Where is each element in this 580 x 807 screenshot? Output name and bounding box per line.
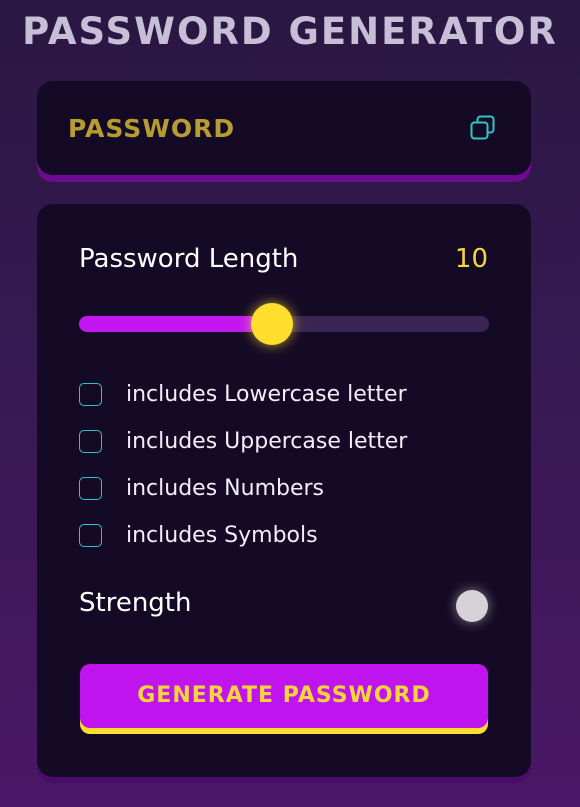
password-display: PASSWORD xyxy=(37,81,531,175)
length-slider[interactable] xyxy=(79,303,489,345)
generate-button-label: GENERATE PASSWORD xyxy=(137,683,431,708)
symbols-label: includes Symbols xyxy=(126,523,318,548)
lowercase-checkbox[interactable] xyxy=(79,383,102,406)
uppercase-checkbox[interactable] xyxy=(79,430,102,453)
uppercase-label: includes Uppercase letter xyxy=(126,429,408,454)
length-slider-fill xyxy=(79,316,272,332)
lowercase-label: includes Lowercase letter xyxy=(126,382,407,407)
options-list: includes Lowercase letter includes Upper… xyxy=(79,381,499,569)
numbers-checkbox[interactable] xyxy=(79,477,102,500)
option-uppercase[interactable]: includes Uppercase letter xyxy=(79,428,499,475)
settings-panel: Password Length 10 includes Lowercase le… xyxy=(37,204,531,777)
password-generator-app: PASSWORD GENERATOR PASSWORD Password Len… xyxy=(0,0,580,807)
copy-button[interactable] xyxy=(469,114,497,142)
option-symbols[interactable]: includes Symbols xyxy=(79,522,499,569)
app-title: PASSWORD GENERATOR xyxy=(22,10,558,53)
password-output: PASSWORD xyxy=(68,114,236,143)
length-value: 10 xyxy=(454,244,488,274)
strength-indicator xyxy=(456,590,488,622)
length-label: Password Length xyxy=(79,244,299,274)
numbers-label: includes Numbers xyxy=(126,476,324,501)
length-slider-thumb[interactable] xyxy=(250,303,293,345)
strength-label: Strength xyxy=(79,588,192,618)
option-numbers[interactable]: includes Numbers xyxy=(79,475,499,522)
copy-icon xyxy=(470,115,495,140)
option-lowercase[interactable]: includes Lowercase letter xyxy=(79,381,499,428)
generate-password-button[interactable]: GENERATE PASSWORD xyxy=(80,664,488,728)
symbols-checkbox[interactable] xyxy=(79,524,102,547)
